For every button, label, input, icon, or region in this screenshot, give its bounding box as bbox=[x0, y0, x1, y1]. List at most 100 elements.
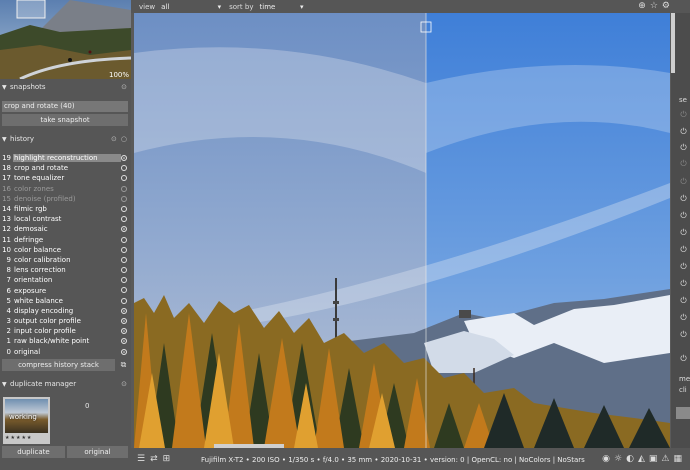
take-snapshot-button[interactable]: take snapshot bbox=[2, 114, 128, 126]
module-power-icon[interactable]: ⏻ bbox=[679, 143, 688, 152]
history-item[interactable]: 17 tone equalizer bbox=[0, 173, 131, 183]
history-item-label: tone equalizer bbox=[14, 174, 65, 183]
duplicate-button[interactable]: duplicate bbox=[2, 446, 65, 458]
presets-icon[interactable]: ⊙ bbox=[121, 83, 127, 91]
history-item-label: input color profile bbox=[14, 327, 76, 336]
grouping-icon[interactable]: ⊕ bbox=[638, 1, 646, 11]
module-power-icon[interactable]: ⏻ bbox=[679, 127, 688, 136]
history-item-label: output color profile bbox=[14, 317, 81, 326]
quick-access-icon[interactable]: ⇄ bbox=[150, 454, 158, 464]
rating-stars[interactable]: ★★★★★ bbox=[5, 435, 48, 441]
sort-select[interactable]: time ▾ bbox=[260, 3, 304, 11]
history-item[interactable]: 4 display encoding bbox=[0, 306, 131, 316]
history-item-label: lens correction bbox=[14, 266, 66, 275]
module-power-icon[interactable]: ⏻ bbox=[679, 177, 688, 186]
image-info: Fujifilm X-T2 • 200 ISO • 1/350 s • f/4.… bbox=[201, 456, 585, 464]
snapshots-header[interactable]: ▼ snapshots ⊙ bbox=[0, 81, 131, 93]
history-item[interactable]: 9 color calibration bbox=[0, 255, 131, 265]
history-item[interactable]: 10 color balance bbox=[0, 245, 131, 255]
gamut-check-icon[interactable]: ◭ bbox=[638, 454, 645, 464]
history-item-number: 12 bbox=[2, 225, 11, 234]
module-power-icon[interactable]: ⏻ bbox=[679, 330, 688, 339]
preferences-icon[interactable]: ⚙ bbox=[662, 1, 670, 11]
module-status-icon bbox=[121, 236, 127, 243]
history-item-label: highlight reconstruction bbox=[13, 154, 121, 163]
history-item[interactable]: 1 raw black/white point bbox=[0, 336, 131, 346]
right-panel-scrollbar[interactable] bbox=[671, 13, 675, 73]
history-item[interactable]: 11 defringe bbox=[0, 235, 131, 245]
module-power-icon[interactable]: ⏻ bbox=[679, 110, 688, 119]
history-item[interactable]: 14 filmic rgb bbox=[0, 204, 131, 214]
module-power-icon[interactable]: ⏻ bbox=[679, 296, 688, 305]
history-item[interactable]: 5 white balance bbox=[0, 296, 131, 306]
dropdown-arrow-icon: ▾ bbox=[217, 2, 222, 11]
color-assessment-icon[interactable]: ▣ bbox=[649, 454, 658, 464]
top-filter-bar: view all ▾ sort by time ▾ ⊕ ☆ ⚙ bbox=[131, 0, 690, 13]
module-power-icon[interactable]: ⏻ bbox=[679, 262, 688, 271]
module-power-icon[interactable]: ⏻ bbox=[679, 245, 688, 254]
duplicate-thumbnail[interactable]: working ★★★★★ bbox=[3, 397, 50, 444]
module-status-icon bbox=[121, 297, 127, 304]
module-power-icon[interactable]: ⏻ bbox=[679, 211, 688, 220]
dropdown-arrow-icon: ▾ bbox=[299, 2, 304, 11]
raw-overexposed-icon[interactable]: ◉ bbox=[602, 454, 610, 464]
snapshot-entry[interactable]: crop and rotate (40) bbox=[2, 101, 128, 112]
history-item[interactable]: 16 color zones bbox=[0, 184, 131, 194]
module-status-icon bbox=[121, 205, 127, 212]
compress-history-button[interactable]: compress history stack bbox=[2, 359, 115, 371]
module-power-icon[interactable]: ⏻ bbox=[679, 194, 688, 203]
module-power-icon[interactable]: ⏻ bbox=[679, 354, 688, 363]
reset-icon[interactable]: ○ bbox=[121, 135, 127, 143]
history-item[interactable]: 2 input color profile bbox=[0, 326, 131, 336]
focus-peaking-icon[interactable]: ⚠ bbox=[661, 454, 669, 464]
history-item[interactable]: 0 original bbox=[0, 347, 131, 357]
duplicate-version: 0 bbox=[85, 402, 90, 410]
history-item-number: 19 bbox=[2, 154, 11, 163]
history-item-number: 18 bbox=[2, 164, 11, 173]
history-item-label: defringe bbox=[14, 235, 44, 244]
guides-icon[interactable]: ▦ bbox=[673, 454, 682, 464]
softproof-icon[interactable]: ◐ bbox=[626, 454, 634, 464]
view-select[interactable]: all ▾ bbox=[161, 3, 221, 11]
presets-icon[interactable]: ⊙ bbox=[121, 380, 127, 388]
original-button[interactable]: original bbox=[67, 446, 128, 458]
right-panel-slider[interactable] bbox=[676, 407, 690, 419]
navigation-thumbnail[interactable]: 100% bbox=[0, 0, 131, 79]
history-item[interactable]: 19 highlight reconstruction bbox=[0, 153, 131, 163]
history-item[interactable]: 8 lens correction bbox=[0, 265, 131, 275]
history-item[interactable]: 3 output color profile bbox=[0, 316, 131, 326]
history-item-label: raw black/white point bbox=[14, 337, 90, 346]
history-item[interactable]: 18 crop and rotate bbox=[0, 163, 131, 173]
module-status-icon bbox=[121, 307, 127, 314]
history-item-label: filmic rgb bbox=[14, 205, 47, 214]
history-title: history bbox=[10, 135, 35, 143]
module-power-icon[interactable]: ⏻ bbox=[679, 228, 688, 237]
module-status-icon bbox=[121, 155, 127, 161]
star-icon[interactable]: ☆ bbox=[650, 1, 658, 11]
history-item-label: exposure bbox=[14, 286, 47, 295]
clipping-icon[interactable]: ☼ bbox=[614, 454, 622, 464]
menu-icon[interactable]: ☰ bbox=[137, 454, 145, 464]
history-item[interactable]: 7 orientation bbox=[0, 275, 131, 285]
module-status-icon bbox=[121, 348, 127, 355]
history-item-number: 15 bbox=[2, 194, 11, 203]
create-style-icon[interactable]: ⧉ bbox=[118, 359, 129, 371]
zoom-level[interactable]: 100% bbox=[109, 71, 129, 79]
module-status-icon bbox=[121, 256, 127, 263]
module-power-icon[interactable]: ⏻ bbox=[679, 159, 688, 168]
history-item[interactable]: 12 demosaic bbox=[0, 224, 131, 234]
history-item[interactable]: 13 local contrast bbox=[0, 214, 131, 224]
history-item-number: 13 bbox=[2, 215, 11, 224]
history-item-number: 2 bbox=[6, 327, 11, 336]
module-power-icon[interactable]: ⏻ bbox=[679, 279, 688, 288]
styles-icon[interactable]: ⊞ bbox=[163, 454, 171, 464]
history-item-label: crop and rotate bbox=[14, 164, 69, 173]
history-item[interactable]: 15 denoise (profiled) bbox=[0, 194, 131, 204]
presets-icon[interactable]: ⊙ bbox=[111, 135, 117, 143]
module-power-icon[interactable]: ⏻ bbox=[679, 313, 688, 322]
image-canvas[interactable] bbox=[134, 13, 670, 448]
history-item-number: 6 bbox=[6, 286, 11, 295]
history-item[interactable]: 6 exposure bbox=[0, 285, 131, 295]
duplicate-manager-header[interactable]: ▼ duplicate manager ⊙ bbox=[0, 378, 131, 390]
history-header[interactable]: ▼ history ⊙ ○ bbox=[0, 133, 131, 145]
